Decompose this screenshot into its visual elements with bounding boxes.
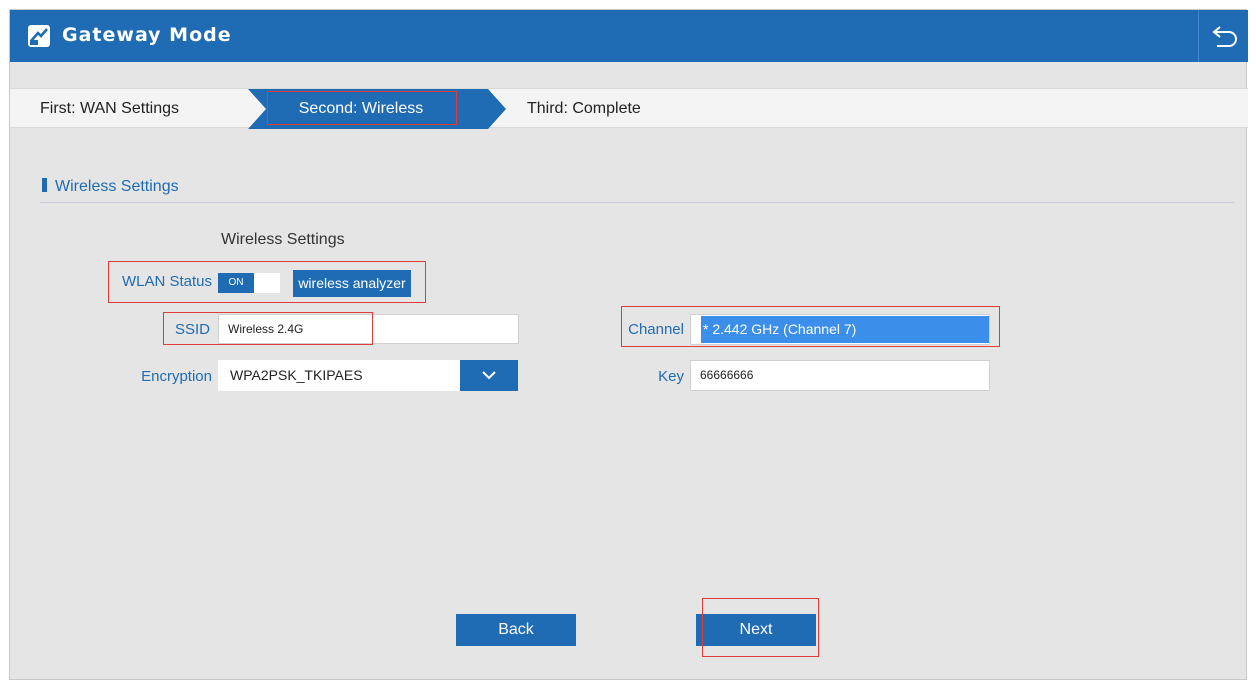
step-complete[interactable]: Third: Complete — [527, 89, 641, 129]
toggle-on-indicator: ON — [218, 273, 254, 293]
back-button[interactable]: Back — [456, 614, 576, 646]
return-button[interactable] — [1198, 10, 1248, 62]
next-button[interactable]: Next — [696, 614, 816, 646]
key-label: Key — [658, 368, 684, 385]
wizard-window: Gateway Mode First: WAN Settings Second:… — [9, 9, 1248, 680]
wlan-status-label: WLAN Status — [121, 273, 212, 290]
encryption-dropdown-button[interactable] — [460, 360, 518, 391]
section-divider — [40, 202, 1234, 203]
channel-selected-option: * 2.442 GHz (Channel 7) — [701, 316, 989, 343]
step-wan-settings[interactable]: First: WAN Settings — [40, 89, 179, 129]
chevron-down-icon — [482, 371, 496, 380]
channel-label: Channel — [628, 321, 684, 338]
encryption-select[interactable]: WPA2PSK_TKIPAES — [218, 360, 518, 391]
wireless-analyzer-button[interactable]: wireless analyzer — [293, 270, 411, 297]
channel-select[interactable]: * 2.442 GHz (Channel 7) — [690, 314, 990, 345]
section-heading: Wireless Settings — [42, 178, 179, 196]
section-title: Wireless Settings — [55, 178, 179, 195]
encryption-label: Encryption — [141, 368, 212, 385]
ssid-input[interactable]: Wireless 2.4G — [218, 314, 519, 344]
return-arrow-icon — [1212, 26, 1237, 47]
key-input[interactable]: 66666666 — [690, 360, 990, 391]
highlight-box — [267, 91, 457, 125]
section-marker — [42, 178, 47, 192]
form-subtitle: Wireless Settings — [221, 231, 345, 248]
router-logo-icon — [28, 25, 50, 47]
wizard-steps: First: WAN Settings Second: Wireless Thi… — [10, 88, 1248, 129]
wlan-status-toggle[interactable]: ON — [218, 273, 280, 293]
ssid-label: SSID — [174, 321, 210, 338]
page-title: Gateway Mode — [62, 24, 232, 46]
title-bar: Gateway Mode — [10, 10, 1248, 62]
encryption-value: WPA2PSK_TKIPAES — [230, 367, 363, 383]
